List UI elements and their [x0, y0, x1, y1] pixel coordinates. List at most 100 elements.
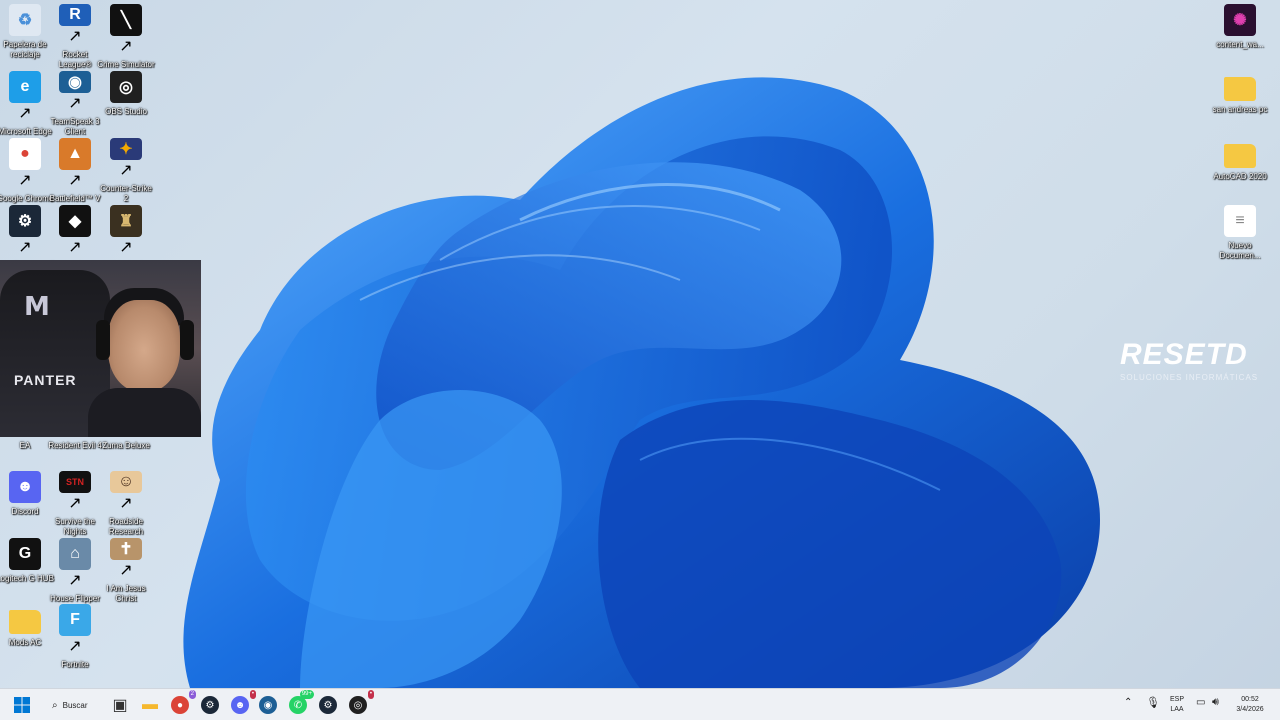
clock[interactable]: 00:52 3/4/2026	[1228, 695, 1272, 715]
rocket-league-desktop-shortcut[interactable]: R ↗ Rocket League®	[50, 4, 100, 70]
recycle-bin-desktop-shortcut[interactable]: ♻ Papelera de reciclaje	[0, 4, 50, 70]
rocket-league-icon: R	[59, 4, 91, 26]
steam2-taskbar-button[interactable]: ⚙	[316, 693, 340, 717]
shortcut-arrow-icon: ↗	[18, 172, 32, 189]
language-bottom: LAA	[1170, 706, 1184, 713]
fortnite-icon: F	[59, 604, 91, 636]
chrome-taskbar-button[interactable]: ● 2	[168, 690, 196, 717]
search-label: Buscar	[62, 700, 88, 710]
battlefield-desktop-shortcut[interactable]: ▲ ↗ Battlefield™ V	[50, 138, 100, 204]
steam-taskbar-button[interactable]: ⚙	[198, 693, 222, 717]
desktop-icon-label: AutoCAD 2020	[1213, 172, 1267, 181]
san-andreas-folder-icon	[1224, 77, 1256, 101]
shortcut-arrow-icon: ↗	[18, 105, 32, 122]
chivalry-icon: ♜	[110, 205, 142, 237]
network-icon[interactable]: ▭	[1196, 697, 1205, 708]
mods-folder-desktop-shortcut[interactable]: Mods AC	[0, 604, 50, 670]
headset-right	[180, 320, 194, 360]
crime-simulator-desktop-shortcut[interactable]: ╲ ↗ Crime Simulator	[97, 4, 155, 70]
clock-time: 00:52	[1241, 696, 1259, 703]
counter-strike-desktop-shortcut[interactable]: ✦ ↗ Counter-Strike 2	[100, 138, 152, 204]
language-indicator[interactable]: ESP LAA	[1166, 695, 1188, 715]
steam2-taskbar-icon: ⚙	[319, 696, 337, 714]
chrome-taskbar-icon: ●	[171, 696, 189, 714]
teamspeak-taskbar-icon: ◉	[259, 696, 277, 714]
edge-desktop-shortcut[interactable]: e ↗ Microsoft Edge	[0, 71, 52, 137]
desktop-icon-label: I Am Jesus Christ	[106, 584, 146, 603]
i-am-jesus-christ-desktop-shortcut[interactable]: ✝ ↗ I Am Jesus Christ	[101, 538, 151, 604]
show-hidden-icons-button[interactable]: ⌃	[1124, 697, 1132, 708]
crime-simulator-icon: ╲	[110, 4, 142, 36]
file-explorer-icon: ▬	[142, 696, 158, 713]
mods-folder-icon	[9, 610, 41, 634]
obs-taskbar-button[interactable]: ◎ •	[346, 690, 374, 717]
reset-watermark: RESETD SOLUCIONES INFORMÁTICAS	[1120, 338, 1260, 382]
logitech-ghub-desktop-shortcut[interactable]: G Logitech G HUB	[0, 538, 54, 604]
microphone-icon[interactable]: 🎙︎	[1146, 696, 1160, 709]
chair-brand-text: PANTER	[14, 372, 77, 388]
new-document-icon: ≡	[1224, 205, 1256, 237]
steam-icon: ⚙	[9, 205, 41, 237]
steam-taskbar-icon: ⚙	[201, 696, 219, 714]
house-flipper-icon: ⌂	[59, 538, 91, 570]
teamspeak-taskbar-button[interactable]: ◉	[256, 693, 280, 717]
desktop-icon-label: Crime Simulator	[97, 60, 155, 69]
desktop-icon-label: Counter-Strike 2	[100, 184, 152, 203]
chair-logo-icon: M	[24, 292, 50, 322]
windows-logo-icon	[14, 697, 30, 713]
shortcut-arrow-icon: ↗	[119, 495, 133, 512]
desktop-icon-label: Resident Evil 4	[48, 441, 102, 450]
discord-taskbar-button[interactable]: ☻ •	[228, 690, 256, 717]
new-document-desktop-shortcut[interactable]: ≡ Nuevo Documen...	[1215, 205, 1265, 271]
shortcut-arrow-icon: ↗	[68, 172, 82, 189]
shortcut-arrow-icon: ↗	[68, 95, 82, 112]
chrome-desktop-shortcut[interactable]: ● ↗ Google Chrome	[0, 138, 53, 204]
notification-badge: 99+	[299, 690, 314, 699]
volume-icon[interactable]: 🔊︎	[1212, 696, 1219, 709]
desktop-icon-label: Logitech G HUB	[0, 574, 54, 583]
desktop-icon-label: san andreas pc	[1212, 105, 1268, 114]
survive-the-nights-icon: STN	[59, 471, 91, 493]
content-warning-desktop-shortcut[interactable]: ✺ content_wa...	[1215, 4, 1265, 70]
task-view-icon: ▣	[112, 697, 128, 714]
roblox-studio-icon: ◆	[59, 205, 91, 237]
roadside-research-icon: ☺	[110, 471, 142, 493]
autocad-folder-desktop-shortcut[interactable]: AutoCAD 2020	[1213, 138, 1267, 204]
fortnite-desktop-shortcut[interactable]: F ↗ Fortnite	[50, 604, 100, 670]
taskbar-search[interactable]: ⌕ Buscar	[42, 695, 102, 715]
house-flipper-desktop-shortcut[interactable]: ⌂ ↗ House Flipper	[50, 538, 100, 604]
notification-badge: 2	[188, 690, 196, 699]
roadside-research-desktop-shortcut[interactable]: ☺ ↗ Roadside Research	[101, 471, 151, 537]
start-button[interactable]	[10, 693, 34, 717]
discord-icon: ☻	[9, 471, 41, 503]
san-andreas-folder-desktop-shortcut[interactable]: san andreas pc	[1213, 71, 1267, 137]
teamspeak-icon: ◉	[59, 71, 91, 93]
desktop-icon-label: Zuma Deluxe	[102, 441, 150, 450]
headset-left	[96, 320, 110, 360]
i-am-jesus-christ-icon: ✝	[110, 538, 142, 560]
obs-desktop-shortcut[interactable]: ◎ OBS Studio	[101, 71, 151, 137]
autocad-folder-icon	[1224, 144, 1256, 168]
desktop-icon-label: TeamSpeak 3 Client	[50, 117, 100, 136]
survive-the-nights-desktop-shortcut[interactable]: STN ↗ Survive the Nights	[50, 471, 100, 537]
desktop-icon-label: OBS Studio	[105, 107, 147, 116]
desktop-icon-label: Discord	[11, 507, 39, 516]
discord-desktop-shortcut[interactable]: ☻ Discord	[0, 471, 50, 537]
task-view-button[interactable]: ▣	[108, 693, 132, 717]
watermark-name: RESETD	[1120, 338, 1248, 371]
recycle-bin-icon: ♻	[9, 4, 41, 36]
shortcut-arrow-icon: ↗	[18, 239, 32, 256]
shortcut-arrow-icon: ↗	[68, 28, 82, 45]
whatsapp-taskbar-button[interactable]: ✆ 99+	[286, 690, 314, 717]
file-explorer-button[interactable]: ▬	[138, 693, 162, 717]
counter-strike-icon: ✦	[110, 138, 142, 160]
content-warning-icon: ✺	[1224, 4, 1256, 36]
shortcut-arrow-icon: ↗	[119, 562, 133, 579]
person-face	[108, 300, 180, 392]
desktop-icon-label: Roadside Research	[108, 517, 144, 536]
teamspeak-desktop-shortcut[interactable]: ◉ ↗ TeamSpeak 3 Client	[50, 71, 100, 137]
language-top: ESP	[1169, 696, 1184, 703]
edge-icon: e	[9, 71, 41, 103]
desktop-icon-label: Rocket League®	[58, 50, 92, 69]
desktop-icon-label: Nuevo Documen...	[1219, 241, 1261, 260]
